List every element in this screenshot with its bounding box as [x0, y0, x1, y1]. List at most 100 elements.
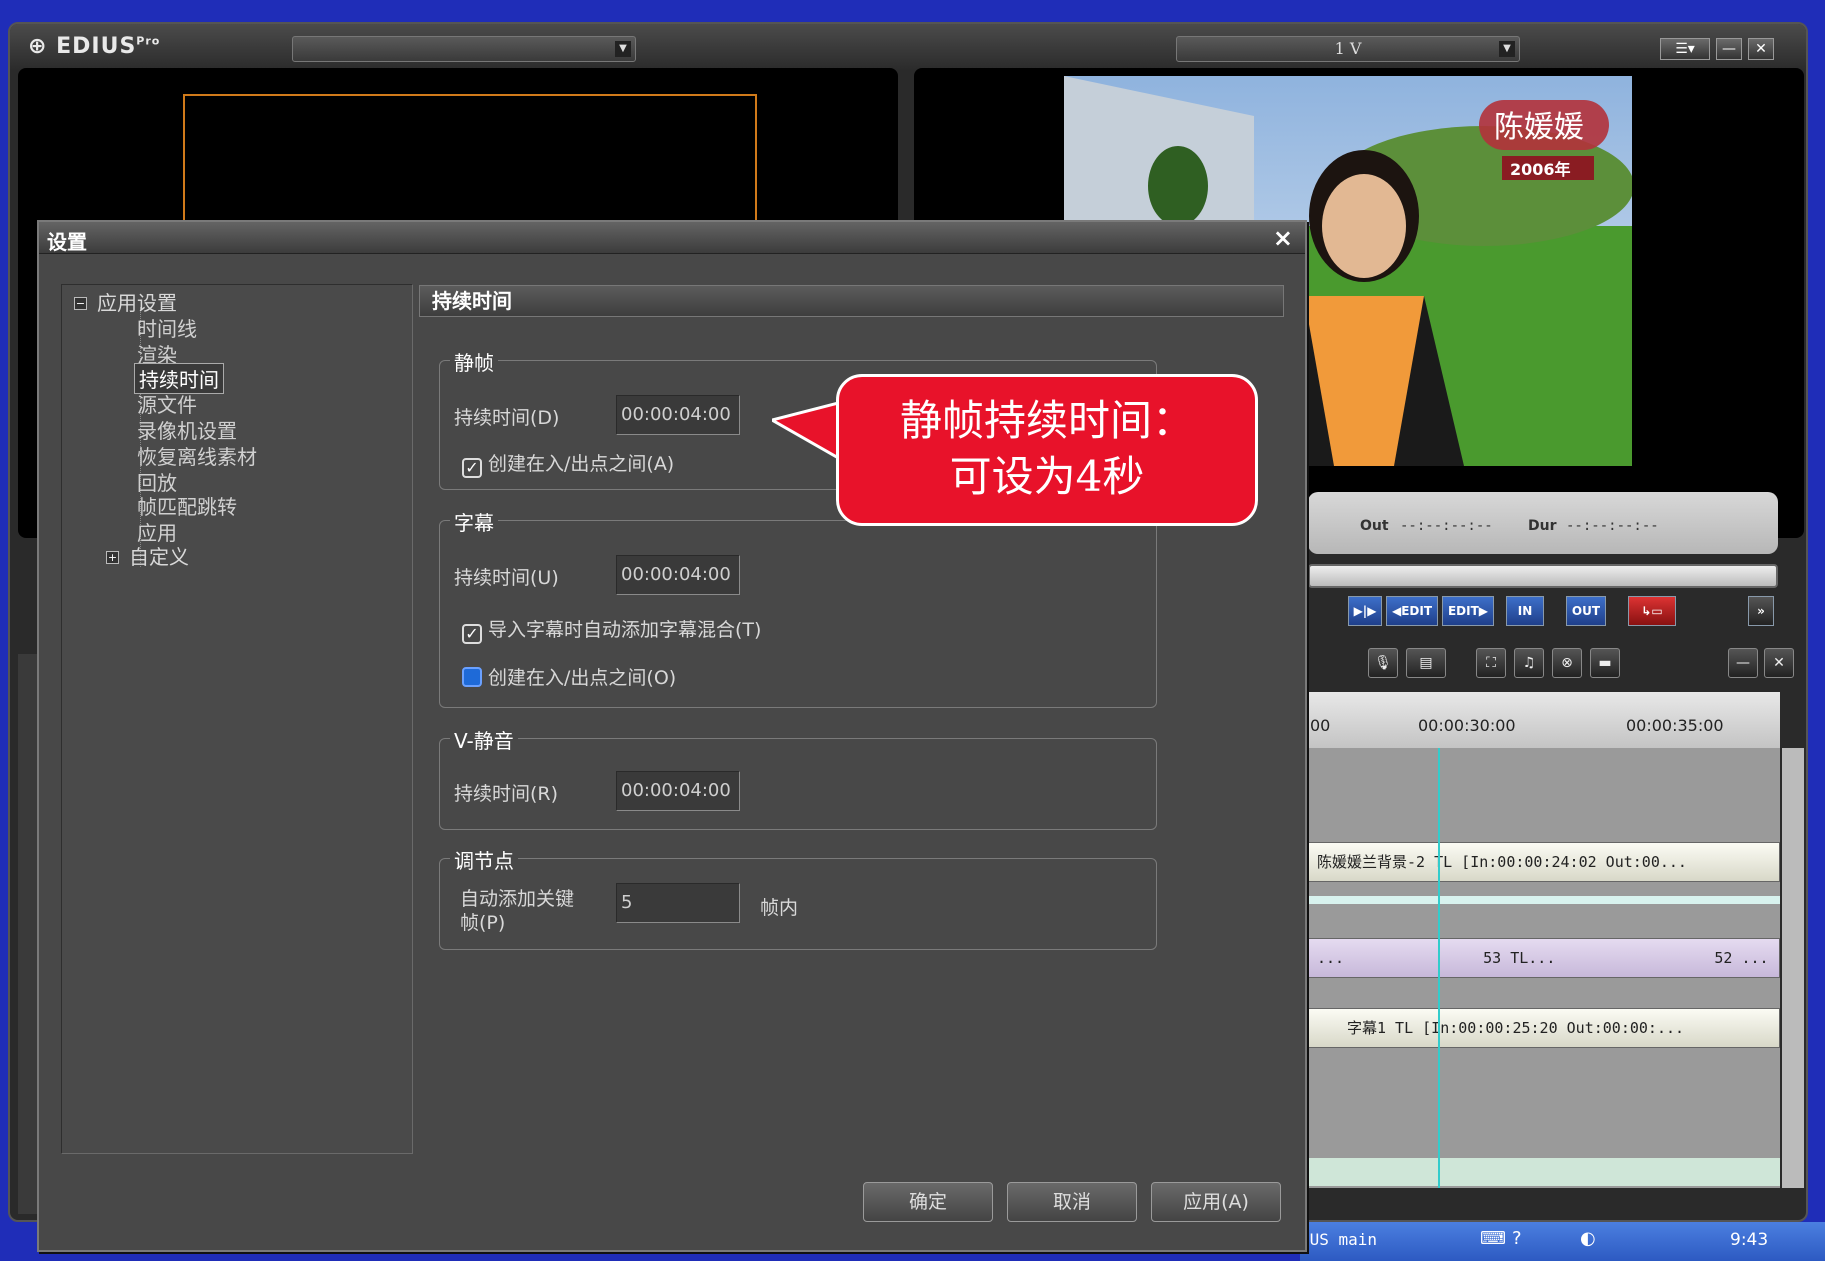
- expand-icon[interactable]: +: [106, 551, 119, 564]
- timeline-scrollbar[interactable]: [1782, 748, 1804, 1188]
- tree-item-deck-settings[interactable]: 录像机设置: [137, 415, 237, 444]
- title-duration-label: 持续时间(U): [454, 567, 559, 589]
- tree-item-source-file[interactable]: 源文件: [137, 389, 197, 418]
- title-auto-mix-checkbox[interactable]: ✓ 导入字幕时自动添加字幕混合(T): [462, 615, 761, 644]
- mixer-icon[interactable]: ♫: [1514, 648, 1544, 678]
- timeline-clip-title[interactable]: 字幕1 TL [In:00:00:25:20 Out:00:00:...: [1308, 1008, 1780, 1048]
- tree-custom-label: 自定义: [129, 545, 189, 569]
- title-auto-mix-label: 导入字幕时自动添加字幕混合(T): [488, 619, 762, 641]
- dur-value: --:--:--:--: [1566, 518, 1659, 534]
- help-icon[interactable]: ?: [1512, 1228, 1522, 1249]
- timeline-clip-v2[interactable]: 陈媛媛兰背景-2 TL [In:00:00:24:02 Out:00...: [1308, 842, 1780, 882]
- tree-item-timeline[interactable]: 时间线: [137, 313, 197, 342]
- edit-in-button[interactable]: ◀EDIT: [1386, 596, 1438, 626]
- playhead[interactable]: [1438, 748, 1440, 1188]
- edius-logo-icon: ⊕: [28, 34, 48, 59]
- tl-close-button[interactable]: ✕: [1764, 648, 1794, 678]
- out-value: --:--:--:--: [1400, 518, 1493, 534]
- title-duration-input[interactable]: 00:00:04:00: [616, 555, 740, 595]
- fit-icon[interactable]: ⛶: [1476, 648, 1506, 678]
- record-dropdown-value: 1 V: [1334, 39, 1362, 58]
- keyframe-unit: 帧内: [760, 897, 799, 919]
- keyframe-label-line1: 自动添加关键: [460, 888, 575, 910]
- transport-controls: ▶|▶ ◀EDIT EDIT▶ IN OUT ↳▭ »: [1308, 596, 1788, 630]
- chevron-down-icon: ▼: [615, 41, 631, 57]
- in-point-button[interactable]: IN: [1506, 596, 1544, 626]
- tree-item-match-frame[interactable]: 帧匹配跳转: [137, 491, 237, 520]
- layout-icon[interactable]: ▬: [1590, 648, 1620, 678]
- out-label: Out: [1360, 518, 1389, 534]
- dialog-titlebar: 设置 ×: [39, 222, 1305, 254]
- scrub-bar[interactable]: [1308, 564, 1778, 588]
- app-name: EDIUS: [56, 34, 137, 59]
- keyframe-label: 自动添加关键 帧(P): [460, 887, 574, 935]
- keyboard-icon[interactable]: ⌨: [1480, 1228, 1506, 1249]
- windows-taskbar: IUS main ⌨ ? ◐ 9:43: [1300, 1222, 1825, 1261]
- cancel-button[interactable]: 取消: [1007, 1182, 1137, 1222]
- taskbar-task[interactable]: IUS main: [1300, 1230, 1377, 1249]
- audio-track: [1308, 1158, 1780, 1186]
- keyframe-input[interactable]: 5: [616, 883, 740, 923]
- overwrite-button[interactable]: ↳▭: [1628, 596, 1676, 626]
- out-point-button[interactable]: OUT: [1566, 596, 1606, 626]
- minimize-button[interactable]: —: [1716, 38, 1742, 60]
- title-inout-checkbox[interactable]: 创建在入/出点之间(O): [462, 663, 676, 690]
- title-group: 字幕 持续时间(U) 00:00:04:00 ✓ 导入字幕时自动添加字幕混合(T)…: [439, 507, 1157, 708]
- chevron-down-icon: ▼: [1499, 41, 1515, 57]
- play-in-out-button[interactable]: ▶|▶: [1348, 596, 1382, 626]
- app-edition: Pro: [136, 34, 161, 48]
- export-icon[interactable]: ▤: [1406, 648, 1446, 678]
- clip-v2-label: 陈媛媛兰背景-2 TL [In:00:00:24:02 Out:00...: [1317, 853, 1687, 871]
- window-close-button[interactable]: ✕: [1748, 38, 1774, 60]
- checkbox-checked-icon[interactable]: ✓: [462, 458, 482, 478]
- callout-line2: 可设为4秒: [949, 452, 1145, 501]
- record-dropdown[interactable]: 1 V ▼: [1176, 36, 1520, 62]
- microphone-icon[interactable]: 🎙: [1368, 648, 1398, 678]
- still-group-label: 静帧: [450, 347, 498, 376]
- edius-logo: ⊕ EDIUSPro: [28, 34, 160, 59]
- timeline-ruler[interactable]: 00 00:00:30:00 00:00:35:00: [1308, 692, 1780, 748]
- still-inout-checkbox[interactable]: ✓ 创建在入/出点之间(A): [462, 449, 674, 478]
- vmute-group: V-静音 持续时间(R) 00:00:04:00: [439, 725, 1157, 830]
- tl-minimize-button[interactable]: —: [1728, 648, 1758, 678]
- still-duration-input[interactable]: 00:00:04:00: [616, 395, 740, 435]
- more-button[interactable]: »: [1748, 596, 1774, 626]
- callout-line1: 静帧持续时间：: [899, 396, 1194, 445]
- tray-icon[interactable]: ◐: [1580, 1228, 1596, 1249]
- tree-root-label: 应用设置: [97, 291, 177, 315]
- settings-tree: − 应用设置 时间线 渲染 持续时间 源文件 录像机设置 恢复离线素材 回放 帧匹…: [61, 284, 413, 1154]
- apply-button[interactable]: 应用(A): [1151, 1182, 1281, 1222]
- ok-button[interactable]: 确定: [863, 1182, 993, 1222]
- panel-title: 持续时间: [419, 285, 1284, 317]
- checkbox-unchecked-icon[interactable]: [462, 667, 482, 687]
- in-label: IN: [1517, 604, 1533, 618]
- tree-item-restore-offline[interactable]: 恢复离线素材: [137, 441, 257, 470]
- keyframe-group: 调节点 自动添加关键 帧(P) 5 帧内: [439, 845, 1157, 950]
- tree-node-custom[interactable]: + 自定义: [106, 541, 189, 570]
- track-separator: [1308, 896, 1780, 904]
- layout-menu-button[interactable]: ☰▾: [1660, 38, 1710, 60]
- timeline-clip-v1[interactable]: ... 53 TL... 52 ...: [1308, 938, 1780, 978]
- vmute-duration-input[interactable]: 00:00:04:00: [616, 771, 740, 811]
- edit-out-button[interactable]: EDIT▶: [1442, 596, 1494, 626]
- dialog-close-button[interactable]: ×: [1273, 224, 1293, 252]
- collapse-icon[interactable]: −: [74, 297, 87, 310]
- timeline-tracks: 陈媛媛兰背景-2 TL [In:00:00:24:02 Out:00... ..…: [1308, 748, 1780, 1188]
- still-duration-label: 持续时间(D): [454, 407, 560, 429]
- keyframe-group-label: 调节点: [450, 845, 518, 874]
- dialog-title: 设置: [47, 230, 87, 254]
- tree-node-app-settings[interactable]: − 应用设置: [74, 287, 177, 316]
- checkbox-checked-icon[interactable]: ✓: [462, 624, 482, 644]
- edit-in-label: ◀EDIT: [1391, 604, 1433, 618]
- out-label-button: OUT: [1571, 604, 1601, 618]
- clip-title-label: 字幕1 TL [In:00:00:25:20 Out:00:00:...: [1347, 1019, 1685, 1037]
- timecode-bar: Out --:--:--:-- Dur --:--:--:--: [1308, 492, 1778, 554]
- ruler-left-label: 00: [1310, 716, 1331, 735]
- vmute-duration-label: 持续时间(R): [454, 783, 559, 805]
- settings-icon[interactable]: ⊗: [1552, 648, 1582, 678]
- source-dropdown[interactable]: ▼: [292, 36, 636, 62]
- clip-v1-b-label: 53 TL...: [1483, 949, 1556, 967]
- taskbar-clock: 9:43: [1730, 1230, 1769, 1250]
- timeline-toolbar: 🎙 ▤ ⛶ ♫ ⊗ ▬ — ✕: [1308, 644, 1798, 684]
- still-inout-label: 创建在入/出点之间(A): [488, 453, 675, 475]
